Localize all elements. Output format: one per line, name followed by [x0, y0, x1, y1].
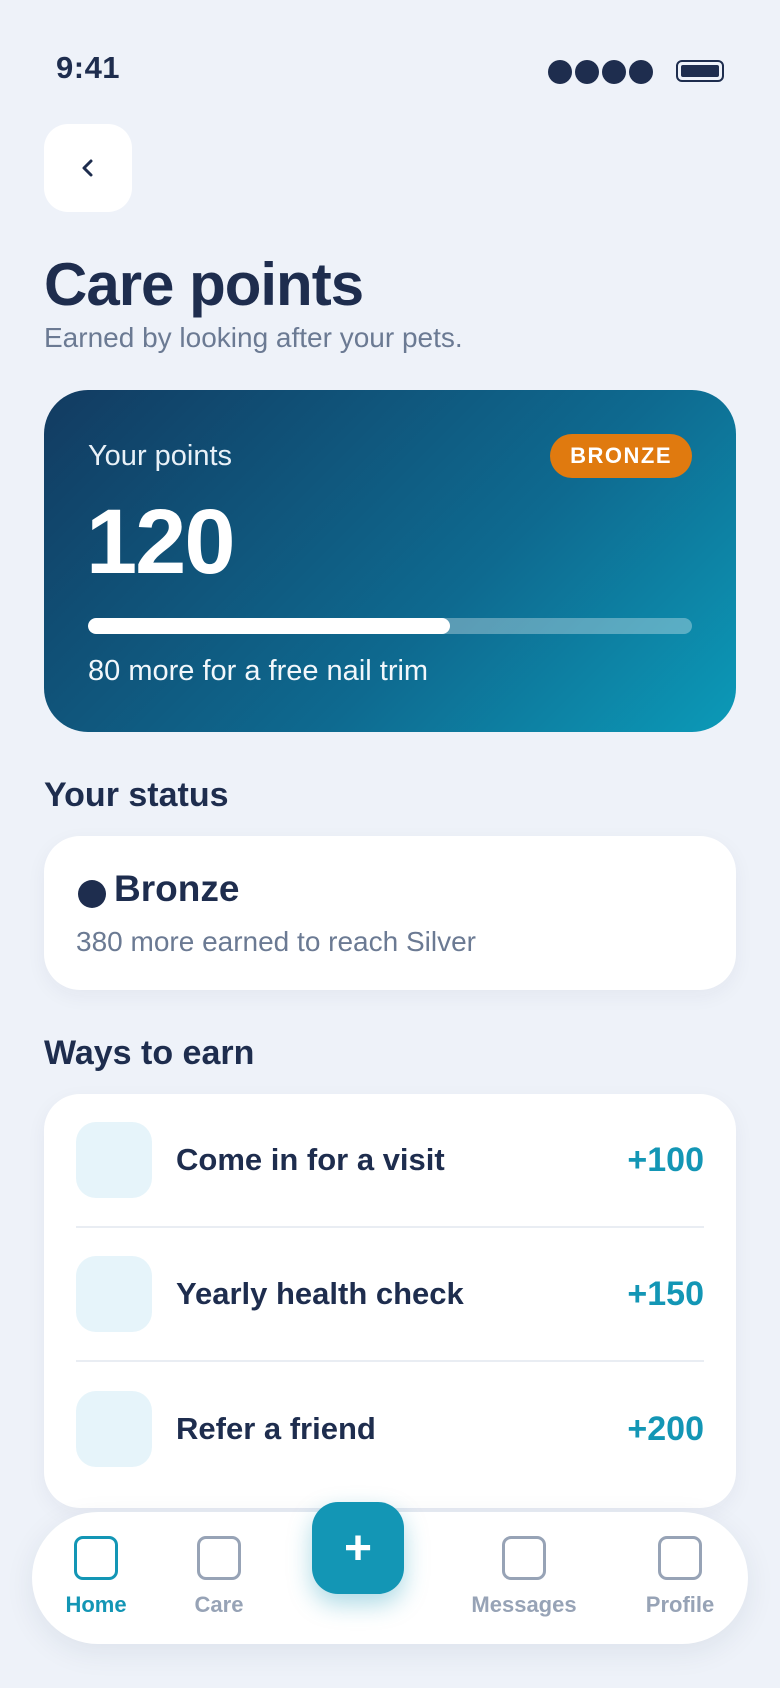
chevron-left-icon [82, 159, 93, 177]
nav-label: Messages [471, 1592, 577, 1617]
nav-label: Profile [645, 1592, 715, 1617]
earn-item-points: +150 [627, 1274, 704, 1313]
status-time: 9:41 [56, 50, 121, 85]
ways-to-earn-list: Come in for a visit +100 Yearly health c… [44, 1094, 736, 1508]
home-icon [74, 1536, 118, 1580]
page-title: Care points [44, 251, 364, 318]
nav-item-profile[interactable]: Profile [610, 1536, 750, 1618]
refer-friend-icon [76, 1391, 152, 1467]
status-tier-name: Bronze [114, 868, 240, 909]
points-value: 120 [86, 491, 235, 593]
nav-label: Home [65, 1592, 127, 1617]
status-note: 380 more earned to reach Silver [76, 926, 476, 957]
care-icon [197, 1536, 241, 1580]
points-progress-bar [88, 618, 692, 634]
earn-item-points: +100 [627, 1140, 704, 1179]
visit-icon [76, 1122, 152, 1198]
nav-item-home[interactable]: Home [26, 1536, 166, 1618]
add-button[interactable]: + [312, 1502, 404, 1594]
earn-item-health-check[interactable]: Yearly health check +150 [76, 1228, 704, 1362]
status-section-title: Your status [44, 776, 229, 814]
points-label: Your points [88, 440, 233, 472]
care-points-screen: 9:41 Care points Earned by looking after… [0, 0, 780, 1688]
signal-dots-icon [548, 60, 653, 84]
earn-item-label: Refer a friend [176, 1411, 376, 1446]
profile-icon [658, 1536, 702, 1580]
nav-label: Care [194, 1592, 244, 1617]
battery-icon [676, 60, 724, 82]
tier-badge: BRONZE [550, 434, 692, 478]
earn-section-title: Ways to earn [44, 1034, 255, 1072]
page-subtitle: Earned by looking after your pets. [44, 322, 463, 353]
points-progress-fill [88, 618, 451, 634]
earn-item-refer-friend[interactable]: Refer a friend +200 [76, 1362, 704, 1496]
earn-item-label: Come in for a visit [176, 1142, 445, 1177]
earn-item-visit[interactable]: Come in for a visit +100 [76, 1094, 704, 1228]
nav-item-messages[interactable]: Messages [454, 1536, 594, 1618]
tier-dot-icon [78, 880, 106, 908]
earn-item-points: +200 [627, 1409, 704, 1448]
points-card: Your points BRONZE 120 80 more for a fre… [44, 390, 736, 732]
status-card: Bronze 380 more earned to reach Silver [44, 836, 736, 990]
nav-item-care[interactable]: Care [149, 1536, 289, 1618]
back-button[interactable] [44, 124, 132, 212]
messages-icon [502, 1536, 546, 1580]
points-note: 80 more for a free nail trim [88, 655, 429, 687]
earn-item-label: Yearly health check [176, 1276, 464, 1311]
health-check-icon [76, 1256, 152, 1332]
